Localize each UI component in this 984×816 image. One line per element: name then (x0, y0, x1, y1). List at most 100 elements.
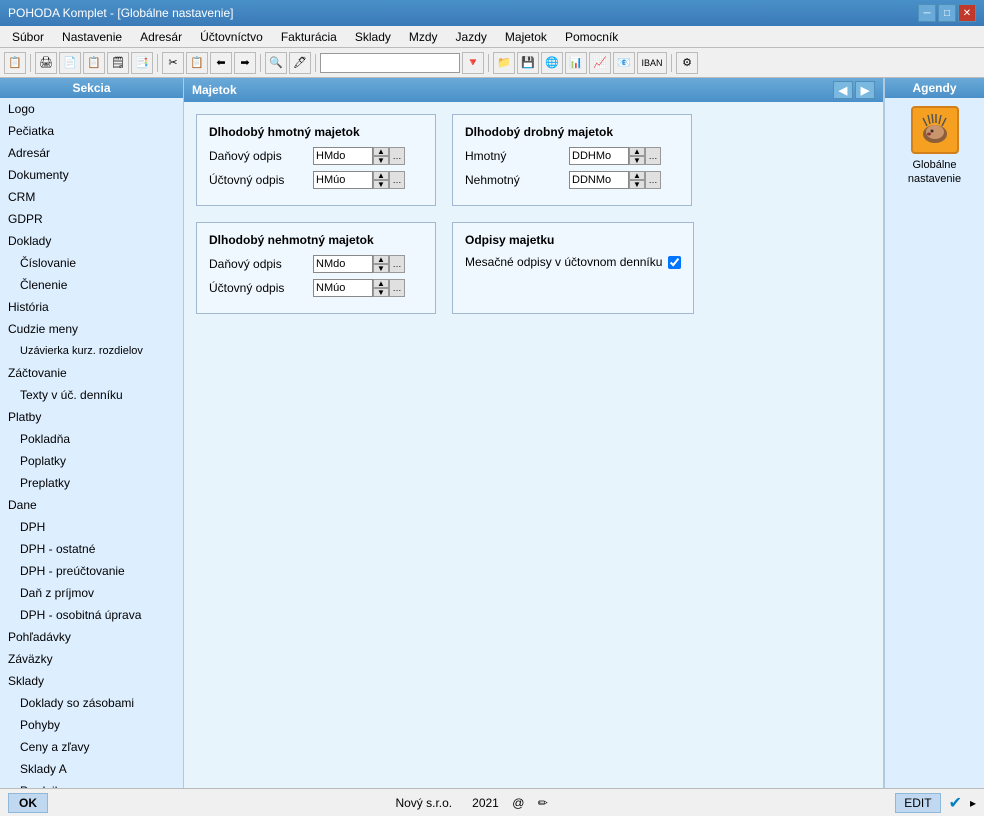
toolbar-btn-2[interactable]: 🖨 (35, 52, 57, 74)
toolbar-btn-9[interactable]: ⬅ (210, 52, 232, 74)
btn-ddhmo-down[interactable]: ▼ (629, 156, 645, 165)
menu-assets[interactable]: Majetok (497, 28, 555, 46)
sidebar-item-dane[interactable]: Dane (0, 494, 183, 516)
label-hmotny: Hmotný (465, 149, 565, 163)
btn-nmdo-up[interactable]: ▲ (373, 255, 389, 264)
toolbar-btn-18[interactable]: 📧 (613, 52, 635, 74)
input-ddnmo[interactable] (569, 171, 629, 189)
toolbar-btn-4[interactable]: 📋 (83, 52, 105, 74)
btn-nmdo-down[interactable]: ▼ (373, 264, 389, 273)
sidebar-item-sklady-a[interactable]: Sklady A (0, 758, 183, 780)
sidebar-item-platby[interactable]: Platby (0, 406, 183, 428)
menu-wages[interactable]: Mzdy (401, 28, 446, 46)
sidebar-item-zactovanie[interactable]: Záčtovanie (0, 362, 183, 384)
btn-hmuo-dots[interactable]: … (389, 171, 405, 189)
sidebar-item-cislovanie[interactable]: Číslovanie (0, 252, 183, 274)
sidebar-item-doklady[interactable]: Doklady (0, 230, 183, 252)
toolbar-btn-5[interactable]: 🗒 (107, 52, 129, 74)
sidebar-item-clenenie[interactable]: Členenie (0, 274, 183, 296)
sidebar-item-dph-ostatne[interactable]: DPH - ostatné (0, 538, 183, 560)
btn-ddnmo-dots[interactable]: … (645, 171, 661, 189)
sidebar-item-dan-prijmov[interactable]: Daň z príjmov (0, 582, 183, 604)
input-hmuo[interactable] (313, 171, 373, 189)
menu-address[interactable]: Adresár (132, 28, 190, 46)
sidebar-item-dokumenty[interactable]: Dokumenty (0, 164, 183, 186)
sidebar-item-peciatka[interactable]: Pečiatka (0, 120, 183, 142)
menu-settings[interactable]: Nastavenie (54, 28, 130, 46)
btn-hmdo-dots[interactable]: … (389, 147, 405, 165)
sidebar-item-cudzie-meny[interactable]: Cudzie meny (0, 318, 183, 340)
sidebar-item-poplatky[interactable]: Poplatky (0, 450, 183, 472)
menu-accounting[interactable]: Účtovníctvo (192, 28, 271, 46)
input-nmuo[interactable] (313, 279, 373, 297)
btn-nmuo-down[interactable]: ▼ (373, 288, 389, 297)
menu-file[interactable]: Súbor (4, 28, 52, 46)
sidebar-item-preplatky[interactable]: Preplatky (0, 472, 183, 494)
btn-nmdo-dots[interactable]: … (389, 255, 405, 273)
nav-next-button[interactable]: ▶ (855, 81, 875, 99)
btn-nmuo-up[interactable]: ▲ (373, 279, 389, 288)
toolbar-btn-7[interactable]: ✂ (162, 52, 184, 74)
toolbar-btn-13[interactable]: 📁 (493, 52, 515, 74)
sidebar-item-pohyby[interactable]: Pohyby (0, 714, 183, 736)
status-more-icon[interactable]: ▸ (970, 796, 976, 810)
sidebar-item-logo[interactable]: Logo (0, 98, 183, 120)
sidebar-item-dph-osobitna[interactable]: DPH - osobitná úprava (0, 604, 183, 626)
toolbar-btn-11[interactable]: 🔍 (265, 52, 287, 74)
field-hmotny: Hmotný ▲ ▼ … (465, 147, 679, 165)
sidebar-item-gdpr[interactable]: GDPR (0, 208, 183, 230)
sidebar-item-predajky[interactable]: Predajky (0, 780, 183, 788)
toolbar-btn-1[interactable]: 📋 (4, 52, 26, 74)
toolbar-btn-15[interactable]: 🌐 (541, 52, 563, 74)
btn-ddhmo-dots[interactable]: … (645, 147, 661, 165)
sidebar-item-adresar[interactable]: Adresár (0, 142, 183, 164)
btn-nmuo-dots[interactable]: … (389, 279, 405, 297)
toolbar-filter-btn[interactable]: 🔻 (462, 52, 484, 74)
sidebar-item-dph-preuctovanie[interactable]: DPH - preúčtovanie (0, 560, 183, 582)
sidebar-item-texty[interactable]: Texty v úč. denníku (0, 384, 183, 406)
btn-ddnmo-up[interactable]: ▲ (629, 171, 645, 180)
sidebar-item-crm[interactable]: CRM (0, 186, 183, 208)
maximize-button[interactable]: □ (938, 4, 956, 22)
btn-ddhmo-up[interactable]: ▲ (629, 147, 645, 156)
sidebar-item-dph[interactable]: DPH (0, 516, 183, 538)
btn-hmdo-up[interactable]: ▲ (373, 147, 389, 156)
toolbar-btn-17[interactable]: 📈 (589, 52, 611, 74)
toolbar-btn-6[interactable]: 📑 (131, 52, 153, 74)
btn-ddnmo-down[interactable]: ▼ (629, 180, 645, 189)
checkbox-mesacne[interactable] (668, 256, 681, 269)
btn-hmdo-down[interactable]: ▼ (373, 156, 389, 165)
input-ddhmo[interactable] (569, 147, 629, 165)
close-button[interactable]: ✕ (958, 4, 976, 22)
search-input[interactable] (320, 53, 460, 73)
nav-prev-button[interactable]: ◀ (833, 81, 853, 99)
input-hmdo[interactable] (313, 147, 373, 165)
sidebar-item-doklady-zasobami[interactable]: Doklady so zásobami (0, 692, 183, 714)
toolbar-btn-iban[interactable]: IBAN (637, 52, 667, 74)
sidebar-item-historia[interactable]: História (0, 296, 183, 318)
btn-hmuo-up[interactable]: ▲ (373, 171, 389, 180)
menu-warehouses[interactable]: Sklady (347, 28, 399, 46)
input-nmdo[interactable] (313, 255, 373, 273)
toolbar-btn-19[interactable]: ⚙ (676, 52, 698, 74)
toolbar-btn-16[interactable]: 📊 (565, 52, 587, 74)
btn-hmuo-down[interactable]: ▼ (373, 180, 389, 189)
sidebar-item-zavazky[interactable]: Záväzky (0, 648, 183, 670)
agenda-item[interactable]: Globálnenastavenie (904, 98, 965, 195)
sidebar-item-sklady[interactable]: Sklady (0, 670, 183, 692)
toolbar-btn-12[interactable]: 🖊 (289, 52, 311, 74)
menu-trips[interactable]: Jazdy (448, 28, 495, 46)
toolbar-btn-14[interactable]: 💾 (517, 52, 539, 74)
toolbar-btn-10[interactable]: ➡ (234, 52, 256, 74)
menu-help[interactable]: Pomocník (557, 28, 626, 46)
sidebar-item-pohladavky[interactable]: Pohľadávky (0, 626, 183, 648)
toolbar-btn-3[interactable]: 📄 (59, 52, 81, 74)
sidebar-item-pokladna[interactable]: Pokladňa (0, 428, 183, 450)
sidebar-item-ceny-zlavy[interactable]: Ceny a zľavy (0, 736, 183, 758)
center-panel-content: Dlhodobý hmotný majetok Daňový odpis ▲ ▼… (184, 102, 883, 788)
menu-invoicing[interactable]: Fakturácia (273, 28, 345, 46)
toolbar-btn-8[interactable]: 📋 (186, 52, 208, 74)
minimize-button[interactable]: ─ (918, 4, 936, 22)
sidebar-item-uzavierka[interactable]: Uzávierka kurz. rozdielov (0, 340, 183, 362)
ok-button[interactable]: OK (8, 793, 48, 813)
